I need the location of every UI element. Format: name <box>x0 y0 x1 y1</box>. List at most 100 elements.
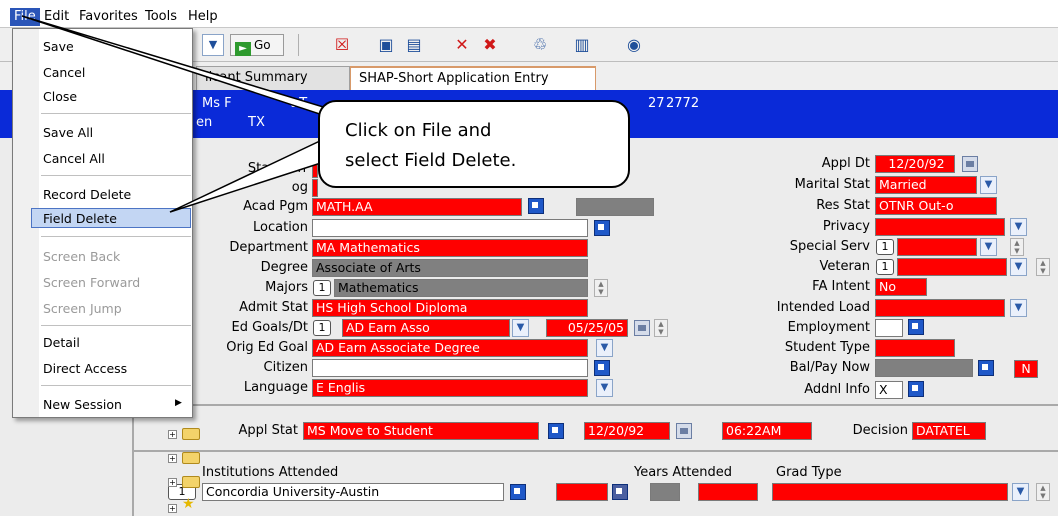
help-icon[interactable]: ◉ <box>624 35 644 55</box>
tree-expand-icon[interactable]: + <box>168 454 177 463</box>
privacy-dropdown[interactable]: ▼ <box>1010 218 1027 236</box>
appl-stat-lookup-icon[interactable] <box>548 423 564 439</box>
intended-load-dropdown[interactable]: ▼ <box>1010 299 1027 317</box>
header-id-part: 27 <box>648 96 665 111</box>
menu-bar: File Edit Favorites Tools Help <box>0 6 1058 28</box>
menu-tools[interactable]: Tools <box>141 8 181 26</box>
special-serv-count-badge[interactable]: 1 <box>876 239 894 255</box>
location-field[interactable] <box>312 219 588 237</box>
marital-stat-field[interactable]: Married <box>875 176 977 194</box>
appl-dt-field[interactable]: 12/20/92 <box>875 155 955 173</box>
addnl-info-lookup-icon[interactable] <box>908 381 924 397</box>
menu-help[interactable]: Help <box>184 8 222 26</box>
appl-stat-field[interactable]: MS Move to Student <box>303 422 539 440</box>
institution-field[interactable]: Concordia University-Austin <box>202 483 504 501</box>
ed-goals-field[interactable]: AD Earn Asso <box>342 319 510 337</box>
citizen-field[interactable] <box>312 359 588 377</box>
menu-item-save-all[interactable]: Save All <box>43 123 189 143</box>
veteran-count-badge[interactable]: 1 <box>876 259 894 275</box>
catalog-field[interactable] <box>312 179 318 197</box>
location-lookup-icon[interactable] <box>594 220 610 236</box>
employment-lookup-icon[interactable] <box>908 319 924 335</box>
save-icon[interactable]: ▣ <box>376 35 396 55</box>
veteran-scroll-icon[interactable]: ▲ ▼ <box>1036 258 1050 276</box>
special-serv-scroll-icon[interactable]: ▲ ▼ <box>1010 238 1024 256</box>
special-serv-field[interactable] <box>897 238 977 256</box>
calendar-icon[interactable] <box>962 156 978 172</box>
marital-stat-dropdown[interactable]: ▼ <box>980 176 997 194</box>
menu-separator <box>41 175 191 176</box>
ed-goals-date-field[interactable]: 05/25/05 <box>546 319 628 337</box>
cancel-icon[interactable]: ☒ <box>332 35 352 55</box>
menu-separator <box>41 325 191 326</box>
menu-favorites[interactable]: Favorites <box>75 8 142 26</box>
tab-applicant-summary[interactable]: licant Summary <box>196 66 350 90</box>
privacy-field[interactable] <box>875 218 1005 236</box>
orig-ed-goal-field[interactable]: AD Earn Associate Degree <box>312 339 588 357</box>
tree-expand-icon[interactable]: + <box>168 430 177 439</box>
language-field[interactable]: E Englis <box>312 379 588 397</box>
years-end-field[interactable] <box>698 483 758 501</box>
calendar-icon[interactable] <box>634 320 650 336</box>
language-dropdown[interactable]: ▼ <box>596 379 613 397</box>
admit-stat-field[interactable]: HS High School Diploma <box>312 299 588 317</box>
grad-type-field[interactable] <box>772 483 1008 501</box>
ed-goals-count-badge[interactable]: 1 <box>313 320 331 336</box>
employment-field[interactable] <box>875 319 903 337</box>
menu-file[interactable]: File <box>10 8 40 26</box>
header-name-part: t T. <box>290 96 310 111</box>
acad-pgm-field[interactable]: MATH.AA <box>312 198 522 216</box>
menu-item-new-session[interactable]: New Session <box>43 395 189 415</box>
form-dropdown-button[interactable]: ▼ <box>202 34 224 56</box>
years-start-field[interactable] <box>556 483 608 501</box>
menu-edit[interactable]: Edit <box>40 8 73 26</box>
citizen-lookup-icon[interactable] <box>594 360 610 376</box>
majors-count-badge[interactable]: 1 <box>313 280 331 296</box>
menu-item-record-delete[interactable]: Record Delete <box>43 185 189 205</box>
student-type-field[interactable] <box>875 339 955 357</box>
menu-item-save[interactable]: Save <box>43 37 189 57</box>
orig-ed-goal-dropdown[interactable]: ▼ <box>596 339 613 357</box>
decision-field[interactable]: DATATEL <box>912 422 986 440</box>
delete-all-icon[interactable]: ✖ <box>480 35 500 55</box>
calendar-icon[interactable] <box>676 423 692 439</box>
appl-stat-date-field[interactable]: 12/20/92 <box>584 422 670 440</box>
ed-goals-dropdown[interactable]: ▼ <box>512 319 529 337</box>
bal-pay-now-lookup-icon[interactable] <box>978 360 994 376</box>
veteran-field[interactable] <box>897 258 1007 276</box>
tree-expand-icon[interactable]: + <box>168 478 177 487</box>
fa-intent-field[interactable]: No <box>875 278 927 296</box>
appl-stat-time-field[interactable]: 06:22AM <box>722 422 812 440</box>
veteran-dropdown[interactable]: ▼ <box>1010 258 1027 276</box>
acad-pgm-lookup-icon[interactable] <box>528 198 544 214</box>
majors-scroll-icon[interactable]: ▲ ▼ <box>594 279 608 297</box>
go-button[interactable]: ► Go <box>230 34 284 56</box>
menu-item-cancel-all[interactable]: Cancel All <box>43 149 189 169</box>
menu-item-screen-jump: Screen Jump <box>43 301 122 316</box>
tree-expand-icon[interactable]: + <box>168 504 177 513</box>
delete-icon[interactable]: ✕ <box>452 35 472 55</box>
res-stat-field[interactable]: OTNR Out-o <box>875 197 997 215</box>
intended-load-field[interactable] <box>875 299 1005 317</box>
bal-pay-now-flag[interactable]: N <box>1014 360 1038 378</box>
trash-icon[interactable]: ♲ <box>530 35 550 55</box>
tab-shap-short-application-entry[interactable]: SHAP-Short Application Entry <box>350 66 596 91</box>
header-city-part: en <box>196 115 213 130</box>
menu-item-cancel[interactable]: Cancel <box>43 63 189 83</box>
ed-goals-scroll-icon[interactable]: ▲ ▼ <box>654 319 668 337</box>
admit-stat-label: Admit Stat <box>239 300 308 315</box>
save-all-icon[interactable]: ▤ <box>404 35 424 55</box>
grad-type-dropdown[interactable]: ▼ <box>1012 483 1029 501</box>
menu-item-direct-access[interactable]: Direct Access <box>43 359 189 379</box>
grad-type-scroll-icon[interactable]: ▲ ▼ <box>1036 483 1050 501</box>
chevron-down-icon: ▼ <box>1014 221 1023 232</box>
window-icon[interactable]: ▥ <box>572 35 592 55</box>
menu-item-detail[interactable]: Detail <box>43 333 189 353</box>
addnl-info-field[interactable]: X <box>875 381 903 399</box>
years-detail-icon[interactable] <box>612 484 628 500</box>
special-serv-dropdown[interactable]: ▼ <box>980 238 997 256</box>
institution-lookup-icon[interactable] <box>510 484 526 500</box>
menu-item-close[interactable]: Close <box>43 87 189 107</box>
department-field[interactable]: MA Mathematics <box>312 239 588 257</box>
menu-item-field-delete[interactable]: Field Delete <box>31 208 191 228</box>
